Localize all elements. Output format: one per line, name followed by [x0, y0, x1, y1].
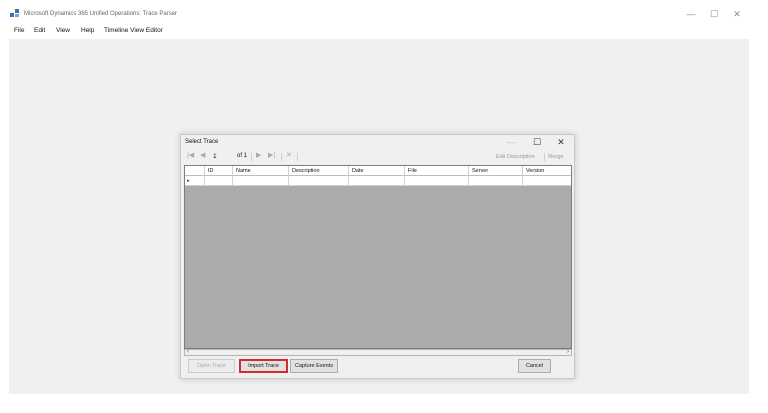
- close-window-button[interactable]: ✕: [730, 10, 744, 19]
- dialog-title: Select Trace: [185, 139, 219, 145]
- cell-date[interactable]: [349, 176, 405, 186]
- scroll-left-icon[interactable]: ‹: [187, 349, 189, 356]
- scroll-right-icon[interactable]: ›: [567, 349, 569, 356]
- table-row[interactable]: ▸: [185, 176, 571, 186]
- cancel-button[interactable]: Cancel: [518, 359, 551, 373]
- trace-parser-app-icon: [10, 9, 19, 17]
- horizontal-scrollbar[interactable]: ‹ ›: [184, 349, 572, 356]
- column-header-name[interactable]: Name: [233, 166, 289, 176]
- move-previous-icon[interactable]: ◀: [200, 152, 205, 160]
- main-title-bar: Microsoft Dynamics 365 Unified Operation…: [0, 0, 768, 26]
- menu-view[interactable]: View: [56, 27, 70, 34]
- capture-events-button[interactable]: Capture Events: [290, 359, 338, 373]
- position-input[interactable]: 1: [211, 152, 233, 161]
- window-title: Microsoft Dynamics 365 Unified Operation…: [24, 11, 178, 17]
- nav-separator: [281, 153, 282, 161]
- import-trace-button[interactable]: Import Trace: [239, 359, 288, 373]
- cell-file[interactable]: [405, 176, 469, 186]
- column-header-date[interactable]: Date: [349, 166, 405, 176]
- menu-timeline-view-editor[interactable]: Timeline View Editor: [104, 27, 163, 34]
- open-trace-button[interactable]: Open Trace: [188, 359, 235, 373]
- column-header-server[interactable]: Server: [469, 166, 523, 176]
- menu-bar: File Edit View Help Timeline View Editor: [0, 26, 768, 38]
- dialog-maximize-button[interactable]: ☐: [531, 137, 543, 147]
- edit-description-button[interactable]: Edit Description: [496, 154, 535, 160]
- cell-version[interactable]: [523, 176, 571, 186]
- binding-navigator: |◀ ◀ 1 of 1 ▶ ▶| ✕ Edit Description Merg…: [181, 151, 574, 163]
- column-header-description[interactable]: Description: [289, 166, 349, 176]
- cell-name[interactable]: [233, 176, 289, 186]
- delete-icon[interactable]: ✕: [286, 152, 292, 160]
- merge-button[interactable]: Merge: [548, 154, 564, 160]
- cell-server[interactable]: [469, 176, 523, 186]
- maximize-window-button[interactable]: ☐: [707, 10, 721, 19]
- nav-separator: [544, 153, 545, 161]
- row-indicator[interactable]: ▸: [185, 176, 205, 186]
- move-next-icon[interactable]: ▶: [256, 152, 261, 160]
- grid-header-row: ID Name Description Date File Server Ver…: [185, 166, 571, 176]
- move-first-icon[interactable]: |◀: [187, 152, 194, 160]
- cell-description[interactable]: [289, 176, 349, 186]
- move-last-icon[interactable]: ▶|: [268, 152, 275, 160]
- menu-edit[interactable]: Edit: [34, 27, 45, 34]
- select-trace-dialog: Select Trace — ☐ ✕ |◀ ◀ 1 of 1 ▶ ▶| ✕ Ed…: [180, 134, 575, 379]
- minimize-window-button[interactable]: —: [684, 10, 698, 19]
- menu-file[interactable]: File: [14, 27, 24, 34]
- cell-id[interactable]: [205, 176, 233, 186]
- dialog-minimize-button[interactable]: —: [505, 137, 517, 147]
- row-header-corner: [185, 166, 205, 176]
- menu-help[interactable]: Help: [81, 27, 94, 34]
- nav-separator: [251, 153, 252, 161]
- column-header-file[interactable]: File: [405, 166, 469, 176]
- column-header-version[interactable]: Version: [523, 166, 571, 176]
- column-header-id[interactable]: ID: [205, 166, 233, 176]
- nav-separator: [297, 153, 298, 161]
- dialog-close-button[interactable]: ✕: [555, 137, 567, 147]
- record-count-label: of 1: [237, 153, 248, 159]
- trace-grid[interactable]: ID Name Description Date File Server Ver…: [184, 165, 572, 349]
